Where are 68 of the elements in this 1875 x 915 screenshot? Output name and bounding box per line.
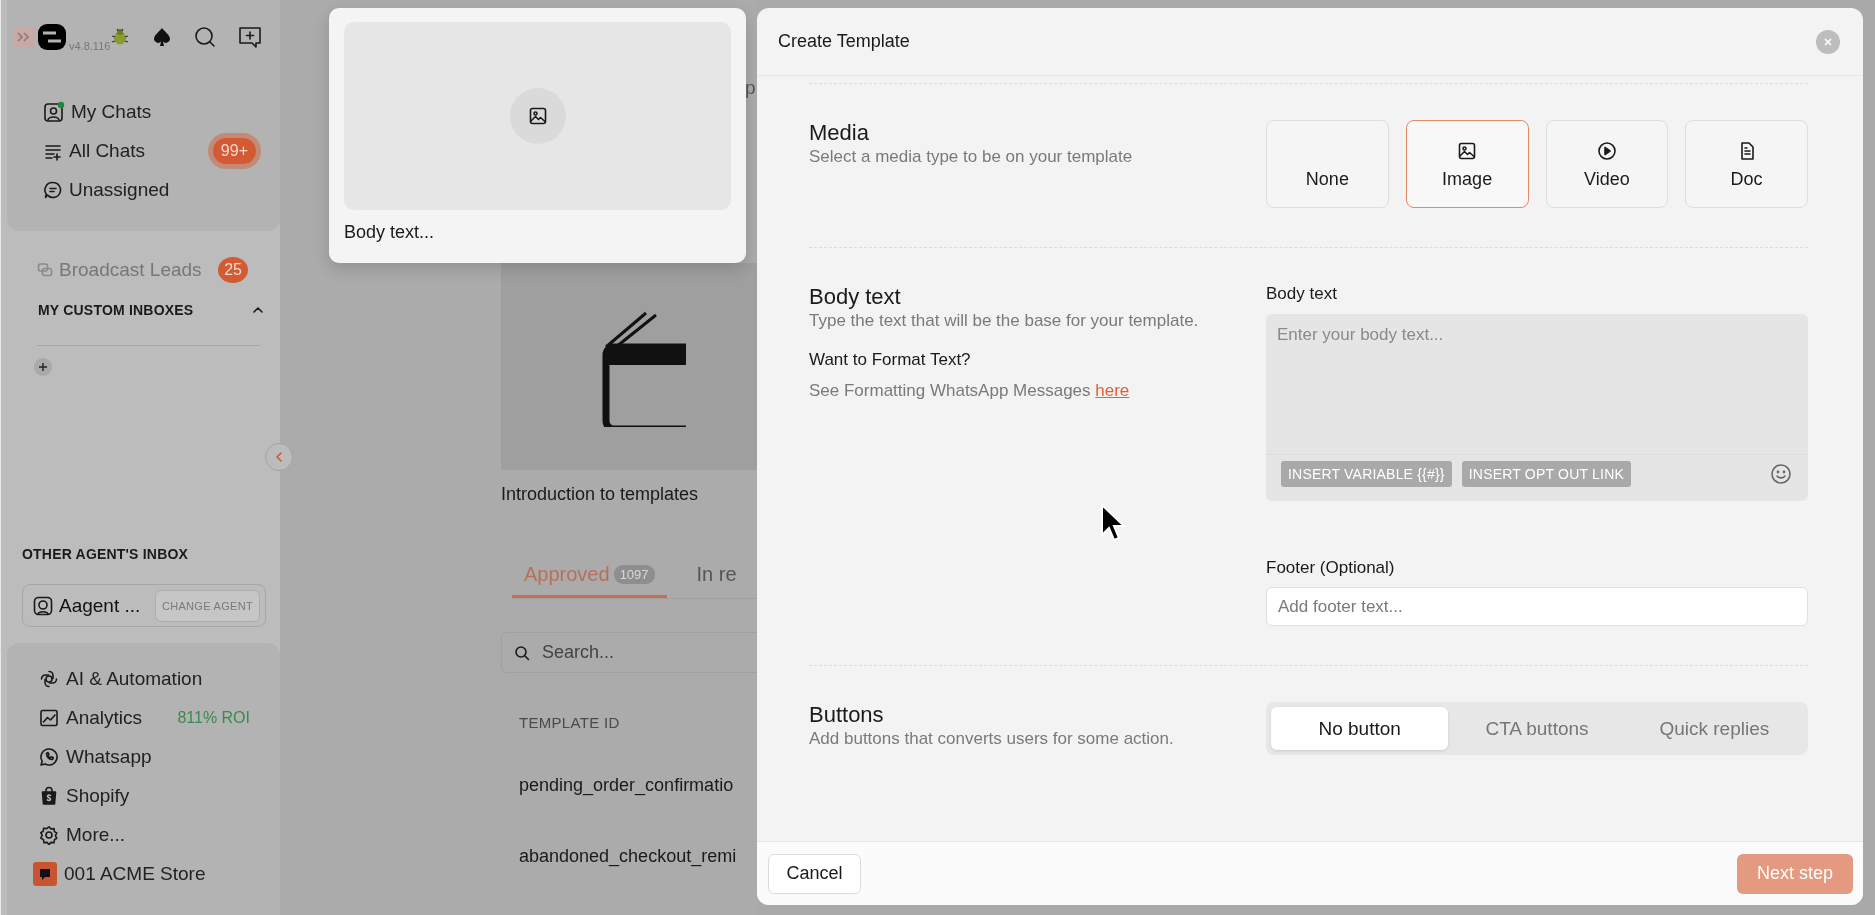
section-heading: MY CUSTOM INBOXES <box>38 302 194 318</box>
chart-icon <box>39 707 59 728</box>
agent-selector[interactable]: Aagent ... CHANGE AGENT <box>22 584 266 627</box>
chevron-left-icon <box>274 451 284 463</box>
chat-bubbles-icon <box>37 262 53 278</box>
store-item[interactable]: 001 ACME Store <box>33 854 270 894</box>
logo-icon <box>37 22 67 52</box>
nav-item[interactable]: More... <box>39 815 270 854</box>
gear-icon <box>39 824 59 845</box>
phone-bubble-icon <box>39 746 59 767</box>
format-heading: Want to Format Text? <box>809 349 972 371</box>
nav-item[interactable]: All Chats 99+ <box>43 131 262 170</box>
nav-item[interactable]: Whatsapp <box>39 737 270 776</box>
field-label: Footer (Optional) <box>1266 558 1396 578</box>
count-badge: 25 <box>218 257 248 283</box>
smiley-icon <box>1770 463 1792 485</box>
segment-option[interactable]: Quick replies <box>1625 707 1803 750</box>
format-hint: See Formatting WhatsApp Messages here <box>809 380 1131 402</box>
segment-option[interactable]: CTA buttons <box>1448 707 1626 750</box>
count-badge: 1097 <box>613 565 655 584</box>
video-thumbnail[interactable] <box>501 263 757 470</box>
field-label: Body text <box>1266 284 1338 304</box>
table-cell-text: pending_order_confirmatio <box>519 775 735 796</box>
video-caption: Introduction to templates <box>501 483 700 505</box>
flower-knot-icon <box>39 668 59 689</box>
play-circle-icon <box>1596 141 1617 161</box>
agent-name: Aagent ... <box>59 594 141 617</box>
chat-bubble-icon <box>43 179 63 200</box>
image-icon <box>1457 141 1478 161</box>
section-subtitle: Add buttons that converts users for some action. <box>809 728 1175 750</box>
media-option[interactable]: Image <box>1405 120 1529 208</box>
section-subtitle: Select a media type to be on your template <box>809 146 1134 168</box>
image-icon <box>527 106 548 126</box>
nav-item[interactable]: Unassigned <box>43 170 262 209</box>
spade-icon[interactable] <box>152 27 173 47</box>
section-title: Body text <box>809 284 902 310</box>
nav-item[interactable]: Analytics 811% ROI <box>39 698 270 737</box>
search-icon <box>194 26 217 48</box>
nav-item[interactable]: My Chats <box>43 92 262 131</box>
agent-avatar-icon <box>33 595 53 616</box>
caret-up-icon[interactable] <box>252 304 264 316</box>
section-title: Media <box>809 120 870 146</box>
media-option[interactable]: None <box>1266 120 1389 208</box>
segment-option[interactable]: No button <box>1271 707 1449 750</box>
section-subtitle: Type the text that will be the base for your template. <box>809 310 1200 332</box>
media-option[interactable]: Doc <box>1685 120 1808 208</box>
compose-icon <box>238 25 263 49</box>
nav-item[interactable]: Shopify <box>39 776 270 815</box>
section-heading: OTHER AGENT'S INBOX <box>21 545 190 564</box>
preview-body-text: Body text... <box>344 222 436 243</box>
heading-text: p <box>745 77 757 100</box>
shopping-bag-icon <box>39 785 59 806</box>
modal-title: Create Template <box>778 31 910 52</box>
media-option[interactable]: Video <box>1545 120 1669 208</box>
search-field[interactable]: Search... <box>501 632 757 673</box>
version-label: v4.8.116 <box>69 40 111 52</box>
footer-text-field[interactable]: Add footer text... <box>1266 587 1808 626</box>
search-icon <box>514 645 530 661</box>
column-header: TEMPLATE ID <box>519 714 621 731</box>
store-logo-icon <box>33 862 57 886</box>
table-cell-text: abandoned_checkout_remi <box>519 846 738 867</box>
avatar-icon <box>43 100 65 123</box>
cancel-button[interactable]: Cancel <box>768 853 861 894</box>
nav-item[interactable]: AI & Automation <box>39 659 270 698</box>
section-title: Buttons <box>809 702 885 728</box>
add-inbox-icon[interactable] <box>34 358 52 376</box>
roi-label: 811% ROI <box>177 708 250 727</box>
bug-icon[interactable] <box>110 27 131 47</box>
